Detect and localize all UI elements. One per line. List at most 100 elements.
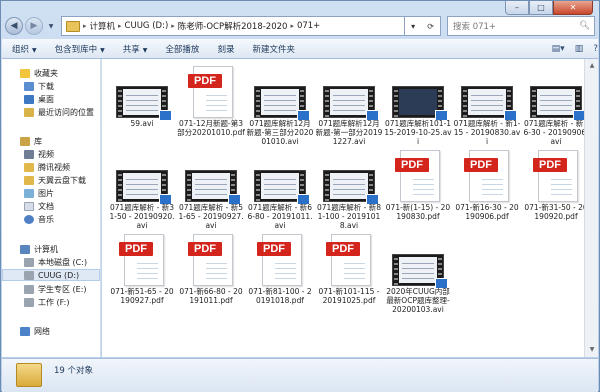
folder-icon bbox=[16, 363, 42, 387]
organize-menu[interactable]: 组织 ▼ bbox=[12, 43, 37, 55]
frame-text-line bbox=[333, 184, 365, 185]
video-file-item[interactable]: 071题库解析 - 新81-100 - 20191018.avi bbox=[315, 145, 383, 230]
pdf-text-line bbox=[206, 110, 227, 111]
chevron-right-icon[interactable]: ▸ bbox=[118, 22, 122, 30]
sidebar-item-downloads[interactable]: 下载 bbox=[24, 80, 54, 92]
view-options-icon[interactable]: ▤▾ bbox=[552, 44, 565, 54]
recent-places-icon bbox=[24, 107, 34, 117]
pdf-file-item[interactable]: PDF 071-新101-115 - 20191025.pdf bbox=[315, 229, 383, 307]
frame-text-line bbox=[126, 105, 158, 106]
forward-button[interactable]: ▶ bbox=[25, 17, 43, 35]
pdf-file-icon: PDF bbox=[395, 150, 440, 202]
file-name: 071-12月新题-第3部分20201010.pdf bbox=[177, 119, 245, 137]
help-icon[interactable]: ? bbox=[593, 44, 598, 54]
sidebar-item-recent[interactable]: 最近访问的位置 bbox=[24, 106, 94, 118]
frame-text-line bbox=[540, 110, 572, 111]
scroll-down-icon[interactable]: ▼ bbox=[587, 346, 597, 354]
pdf-file-item[interactable]: PDF 071-新31-50 - 20190920.pdf bbox=[522, 145, 590, 223]
refresh-icon[interactable]: ⟳ bbox=[427, 22, 434, 31]
play-all-button[interactable]: 全部播放 bbox=[165, 43, 199, 55]
caption-buttons: – □ ✕ bbox=[505, 1, 593, 15]
sidebar-item-documents[interactable]: 文档 bbox=[24, 200, 54, 212]
video-file-item[interactable]: 071题库解析 - 新16-30 - 20190906.avi bbox=[522, 61, 590, 146]
video-file-item[interactable]: 2020年CUUG内部最新OCP题库整理-20200103.avi bbox=[384, 229, 452, 314]
sidebar-item-drive-d[interactable]: CUUG (D:) bbox=[2, 269, 100, 281]
breadcrumb-drive[interactable]: CUUG (D:) bbox=[125, 21, 169, 31]
computer-icon bbox=[20, 244, 30, 254]
chevron-right-icon[interactable]: ▸ bbox=[83, 22, 87, 30]
chevron-right-icon[interactable]: ▸ bbox=[171, 22, 175, 30]
sidebar-item-pictures[interactable]: 图片 bbox=[24, 187, 54, 199]
video-file-item[interactable]: 071题库解析 - 新51-65 - 20190927.avi bbox=[177, 145, 245, 230]
pdf-text-line bbox=[206, 263, 227, 264]
video-file-item[interactable]: 071题库解析12月新题-第一部分20191227.avi bbox=[315, 61, 383, 146]
pdf-file-item[interactable]: PDF 071-新66-80 - 20191011.pdf bbox=[177, 229, 245, 307]
pdf-text-line bbox=[482, 194, 503, 195]
file-name: 071题库解析 - 新81-100 - 20191018.avi bbox=[316, 203, 382, 230]
pdf-file-item[interactable]: PDF 071-新(1-15) - 20190830.pdf bbox=[384, 145, 452, 223]
library-icon bbox=[20, 136, 30, 146]
video-file-item[interactable]: 071题库解析101-115-2019-10-25.avi bbox=[384, 61, 452, 146]
chevron-down-icon[interactable]: ▾ bbox=[411, 22, 415, 31]
file-name: 2020年CUUG内部最新OCP题库整理-20200103.avi bbox=[386, 287, 450, 314]
sidebar-item-desktop[interactable]: 桌面 bbox=[24, 93, 54, 105]
frame-text-line bbox=[333, 110, 365, 111]
sidebar-item-network[interactable]: 网络 bbox=[20, 325, 50, 337]
pdf-file-item[interactable]: PDF 071-新51-65 - 20190927.pdf bbox=[108, 229, 176, 307]
film-strip bbox=[118, 171, 122, 201]
pdf-text-line bbox=[413, 184, 434, 185]
breadcrumb-folder[interactable]: 陈老师-OCP解析2018-2020 bbox=[178, 20, 288, 32]
frame-text-line bbox=[264, 110, 296, 111]
recent-pages-dropdown[interactable]: ▼ bbox=[45, 23, 57, 30]
close-button[interactable]: ✕ bbox=[553, 1, 593, 15]
video-file-item[interactable]: 071题库解析 - 新31-50 - 20190920.avi bbox=[108, 145, 176, 230]
sidebar-item-favorites[interactable]: 收藏夹 bbox=[20, 67, 58, 79]
maximize-button[interactable]: □ bbox=[529, 1, 553, 15]
video-file-item[interactable]: 071题库解析 - 新66-80 - 20191011.avi bbox=[246, 145, 314, 230]
sidebar-item-drive-f[interactable]: 工作 (F:) bbox=[24, 296, 69, 308]
new-folder-button[interactable]: 新建文件夹 bbox=[252, 43, 295, 55]
sidebar-item-computer[interactable]: 计算机 bbox=[20, 243, 58, 255]
frame-text-line bbox=[540, 100, 572, 101]
video-thumbnail-icon bbox=[185, 170, 241, 205]
frame-text-line bbox=[471, 100, 503, 101]
sidebar-item-music[interactable]: 音乐 bbox=[24, 213, 54, 225]
video-file-item[interactable]: 59.avi bbox=[108, 61, 176, 139]
video-file-item[interactable]: 071题库解析12月新题-第三部分202001010.avi bbox=[246, 61, 314, 146]
sidebar-item-drive-e[interactable]: 学生专区 (E:) bbox=[24, 283, 87, 295]
address-bar[interactable]: ▸ 计算机 ▸ CUUG (D:) ▸ 陈老师-OCP解析2018-2020 ▸… bbox=[61, 16, 405, 36]
chevron-right-icon[interactable]: ▸ bbox=[290, 22, 294, 30]
music-icon bbox=[24, 214, 34, 224]
frame-text-line bbox=[126, 100, 158, 101]
include-in-library-menu[interactable]: 包含到库中 ▼ bbox=[55, 43, 105, 55]
details-pane: 19 个对象 bbox=[2, 358, 598, 392]
share-menu[interactable]: 共享 ▼ bbox=[123, 43, 148, 55]
file-name: 071题库解析12月新题-第一部分20191227.avi bbox=[315, 119, 383, 146]
breadcrumb-computer[interactable]: 计算机 bbox=[90, 20, 116, 32]
sidebar-item-libraries[interactable]: 库 bbox=[20, 135, 42, 147]
sidebar-item-tencent-video[interactable]: 腾讯视频 bbox=[24, 161, 70, 173]
sidebar-item-tianyi-cloud[interactable]: 天翼云盘下载 bbox=[24, 174, 86, 186]
sidebar-item-label: 视频 bbox=[38, 149, 54, 159]
video-file-item[interactable]: 071题库解析 - 新1-15 - 20190830.avi bbox=[453, 61, 521, 146]
minimize-button[interactable]: – bbox=[505, 1, 529, 15]
pdf-file-item[interactable]: PDF 071-新16-30 - 20190906.pdf bbox=[453, 145, 521, 223]
pdf-file-icon: PDF bbox=[257, 234, 302, 286]
preview-pane-icon[interactable]: ▥ bbox=[575, 44, 584, 54]
sidebar-item-drive-c[interactable]: 本地磁盘 (C:) bbox=[24, 256, 87, 268]
back-button[interactable]: ◀ bbox=[5, 17, 23, 35]
film-strip bbox=[256, 87, 260, 117]
search-input[interactable]: 搜索 071+ 🔍︎ bbox=[447, 16, 595, 36]
pdf-file-item[interactable]: PDF 071-新81-100 - 20191018.pdf bbox=[246, 229, 314, 307]
pdf-text-line bbox=[137, 268, 158, 269]
frame-text-line bbox=[333, 194, 365, 195]
search-icon: 🔍︎ bbox=[579, 21, 590, 31]
pdf-file-item[interactable]: PDF 071-12月新题-第3部分20201010.pdf bbox=[177, 61, 245, 139]
vertical-scrollbar[interactable]: ▲ ▼ bbox=[584, 59, 598, 357]
scroll-up-icon[interactable]: ▲ bbox=[587, 62, 597, 70]
sidebar-item-videos[interactable]: 视频 bbox=[24, 148, 54, 160]
frame-text-line bbox=[402, 268, 434, 269]
frame-text-line bbox=[264, 100, 296, 101]
burn-button[interactable]: 刻录 bbox=[217, 43, 234, 55]
breadcrumb-current[interactable]: 071+ bbox=[297, 21, 320, 31]
